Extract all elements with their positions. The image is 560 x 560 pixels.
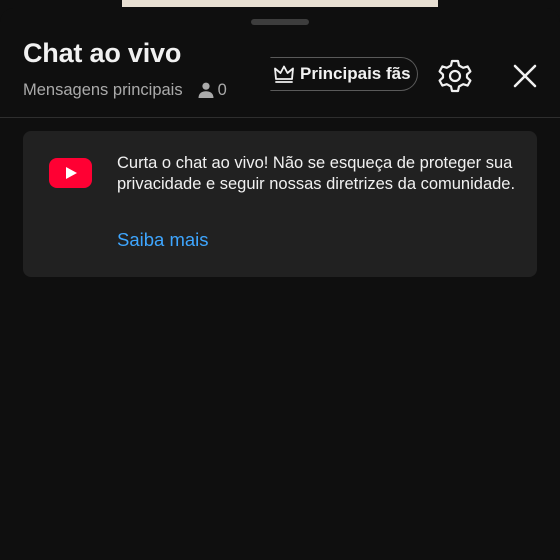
top-fans-label: Principais fãs [300, 64, 411, 83]
close-icon [510, 61, 540, 91]
welcome-notice-card: Curta o chat ao vivo! Não se esqueça de … [23, 131, 537, 277]
welcome-message: Curta o chat ao vivo! Não se esqueça de … [117, 154, 516, 193]
viewer-count: 0 [217, 80, 227, 99]
header-divider [0, 117, 560, 118]
learn-more-link[interactable]: Saiba mais [117, 229, 209, 251]
crown-icon [273, 64, 295, 84]
chat-mode-selector[interactable]: Mensagens principais 0 [23, 79, 227, 101]
video-thumbnail-peek [122, 0, 438, 7]
live-chat-panel: Chat ao vivo Mensagens principais 0 Prin… [0, 8, 560, 560]
gear-icon [437, 58, 473, 94]
page-title: Chat ao vivo [23, 38, 182, 68]
drag-handle[interactable] [251, 19, 309, 25]
person-icon [197, 81, 215, 99]
live-chat-screen: Chat ao vivo Mensagens principais 0 Prin… [0, 0, 560, 560]
settings-button[interactable] [437, 58, 473, 94]
close-button[interactable] [510, 61, 540, 91]
chat-mode-label: Mensagens principais [23, 80, 183, 99]
top-fans-button[interactable]: Principais fãs [270, 57, 418, 91]
youtube-logo-icon [49, 158, 92, 188]
